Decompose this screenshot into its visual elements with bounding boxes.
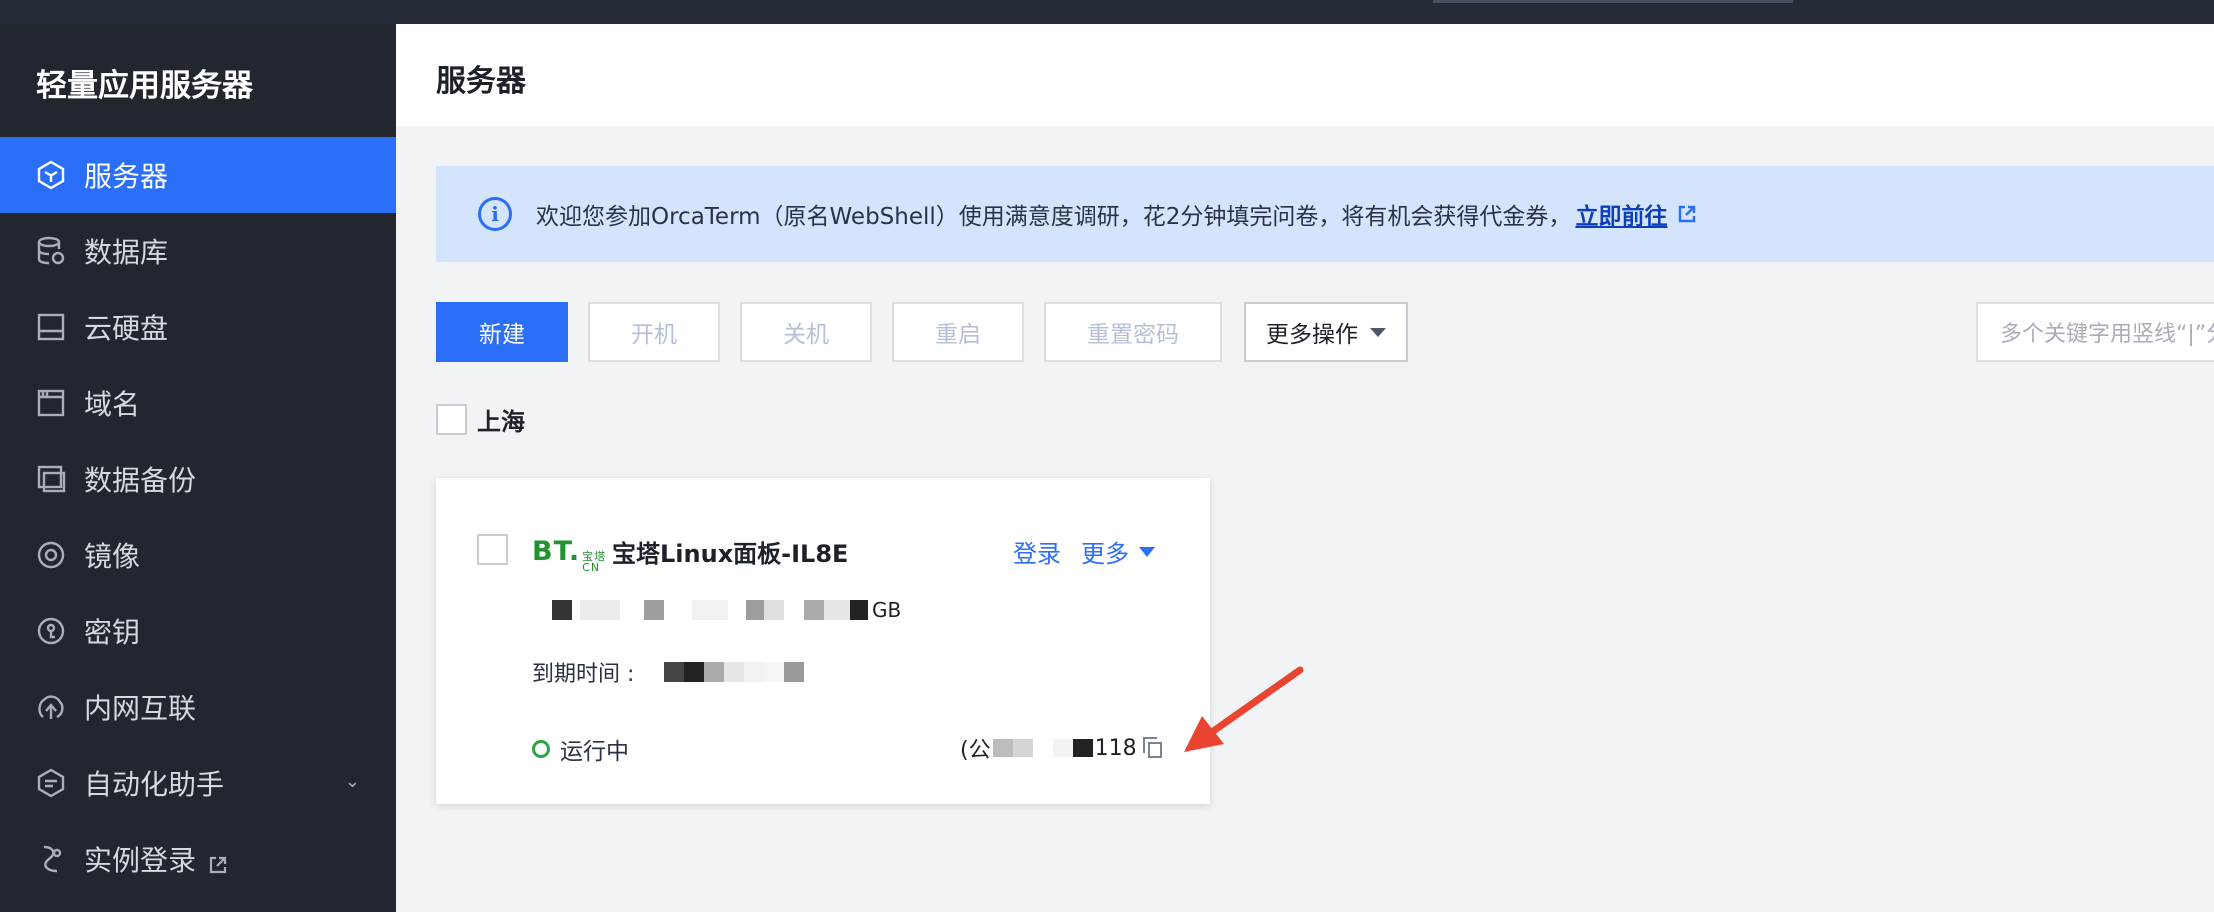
region-group: 上海	[436, 402, 525, 437]
sidebar-item-image[interactable]: 镜像	[0, 517, 396, 593]
region-label: 上海	[477, 408, 525, 436]
automation-icon	[34, 766, 68, 800]
redaction-block	[764, 600, 784, 620]
external-link-icon[interactable]	[1677, 204, 1697, 224]
stop-button[interactable]: 关机	[740, 302, 872, 362]
redaction-block	[644, 600, 664, 620]
ip-suffix: 118	[1094, 735, 1137, 761]
search-input[interactable]: 多个关键字用竖线“|”分隔	[1976, 302, 2214, 362]
chevron-down-icon[interactable]: ⌄	[345, 771, 360, 792]
backup-icon	[34, 462, 68, 496]
sidebar-item-label: 数据库	[84, 236, 169, 269]
survey-notice: i 欢迎您参加OrcaTerm（原名WebShell）使用满意度调研，花2分钟填…	[436, 166, 2214, 262]
sidebar-item-label: 域名	[84, 388, 141, 421]
sidebar: 轻量应用服务器 服务器 数据库 云硬盘 域名 数据备份 镜像 密钥 内网互联 自…	[0, 24, 396, 912]
login-link[interactable]: 登录	[1013, 534, 1061, 569]
sidebar-item-database[interactable]: 数据库	[0, 213, 396, 289]
more-actions-label: 更多操作	[1266, 322, 1358, 348]
logo-small-bottom: CN	[582, 561, 601, 574]
public-ip: (公 118	[960, 732, 1165, 764]
instance-actions: 登录 更多	[1013, 534, 1155, 569]
sidebar-item-label: 镜像	[84, 540, 141, 573]
annotation-arrow	[1184, 666, 1304, 752]
page-header: 服务器	[396, 24, 2214, 126]
logo-small: 宝塔 CN	[582, 551, 606, 573]
more-actions-dropdown[interactable]: 更多操作	[1244, 302, 1408, 362]
sidebar-item-data-backup[interactable]: 数据备份	[0, 441, 396, 517]
caret-down-icon	[1370, 327, 1386, 337]
top-bar	[0, 0, 2214, 24]
survey-link[interactable]: 立即前往	[1575, 197, 1667, 231]
image-disc-icon	[34, 538, 68, 572]
notice-text: 欢迎您参加OrcaTerm（原名WebShell）使用满意度调研，花2分钟填完问…	[536, 204, 1572, 230]
top-bar-segment	[1433, 0, 1793, 3]
ip-prefix: (公	[960, 738, 991, 763]
instance-spec-redacted: GB	[532, 598, 901, 622]
reset-password-button[interactable]: 重置密码	[1044, 302, 1222, 362]
sidebar-item-cloud-disk[interactable]: 云硬盘	[0, 289, 396, 365]
login-icon	[34, 842, 68, 876]
sidebar-item-servers[interactable]: 服务器	[0, 137, 396, 213]
sidebar-item-intranet[interactable]: 内网互联	[0, 669, 396, 745]
database-icon	[34, 234, 68, 268]
instance-checkbox[interactable]	[477, 534, 508, 565]
ip-redacted	[992, 739, 1093, 757]
instance-name[interactable]: 宝塔Linux面板-IL8E	[612, 534, 848, 569]
key-icon	[34, 614, 68, 648]
redaction-block	[824, 600, 850, 620]
expire-value-redacted	[664, 662, 805, 682]
redaction-block	[804, 600, 824, 620]
sidebar-item-label: 内网互联	[84, 692, 197, 725]
info-icon: i	[478, 197, 512, 231]
caret-down-icon	[1139, 546, 1155, 557]
cube-icon	[34, 158, 68, 192]
status-text: 运行中	[560, 739, 629, 765]
sidebar-item-instance-login[interactable]: 实例登录	[0, 821, 396, 897]
running-status-icon	[532, 740, 550, 758]
expire-row: 到期时间 :	[532, 656, 805, 688]
sidebar-item-label: 服务器	[84, 160, 169, 193]
more-dropdown[interactable]: 更多	[1081, 534, 1155, 569]
bt-panel-logo: BT. 宝塔 CN	[532, 536, 606, 573]
sidebar-item-label: 自动化助手	[84, 768, 225, 801]
sidebar-item-label: 云硬盘	[84, 312, 169, 345]
redaction-block	[580, 600, 620, 620]
instance-status: 运行中	[532, 732, 629, 766]
disk-icon	[34, 310, 68, 344]
network-icon	[34, 690, 68, 724]
external-link-icon	[208, 849, 228, 874]
redaction-block	[552, 600, 572, 620]
expire-label: 到期时间 :	[532, 662, 635, 687]
sidebar-item-domain[interactable]: 域名	[0, 365, 396, 441]
sidebar-item-label: 密钥	[84, 616, 141, 649]
domain-icon	[34, 386, 68, 420]
redaction-block	[850, 600, 868, 620]
page-title: 服务器	[436, 64, 526, 99]
copy-icon[interactable]	[1142, 737, 1165, 759]
spec-unit: GB	[872, 598, 902, 622]
sidebar-item-label: 实例登录	[84, 844, 197, 877]
app-title: 轻量应用服务器	[36, 68, 253, 104]
restart-button[interactable]: 重启	[892, 302, 1024, 362]
sidebar-item-keys[interactable]: 密钥	[0, 593, 396, 669]
redaction-block	[692, 600, 728, 620]
sidebar-item-automation[interactable]: 自动化助手 ⌄	[0, 745, 396, 821]
sidebar-item-label: 数据备份	[84, 464, 197, 497]
instance-card[interactable]: BT. 宝塔 CN 宝塔Linux面板-IL8E 登录 更多 GB 到期时间 :…	[436, 478, 1210, 804]
region-checkbox[interactable]	[436, 404, 467, 435]
more-label: 更多	[1081, 540, 1129, 568]
redaction-block	[746, 600, 764, 620]
logo-text: BT.	[532, 536, 581, 567]
new-button[interactable]: 新建	[436, 302, 568, 362]
start-button[interactable]: 开机	[588, 302, 720, 362]
